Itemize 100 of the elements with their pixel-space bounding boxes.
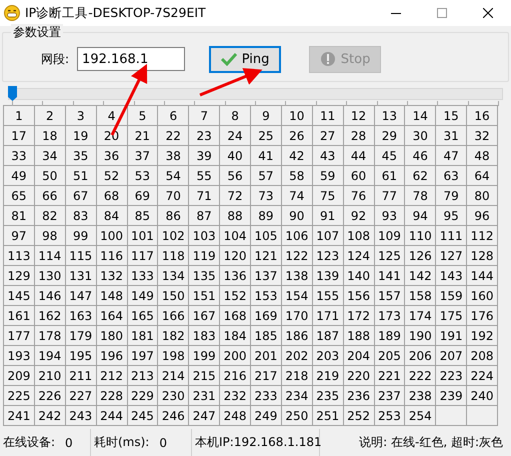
ip-cell: 249: [251, 406, 282, 426]
ip-cell: 49: [4, 166, 35, 186]
ip-cell: 91: [312, 206, 344, 226]
status-label: 本机IP:192.168.1.181: [195, 434, 322, 451]
ip-cell: 39: [189, 146, 220, 166]
ip-cell: 202: [282, 346, 313, 366]
ip-cell: 31: [436, 126, 468, 146]
ip-cell: 123: [312, 246, 344, 266]
ip-cell: 54: [158, 166, 190, 186]
ip-cell: 201: [251, 346, 282, 366]
ip-cell: 167: [189, 306, 220, 326]
ip-cell: 58: [282, 166, 313, 186]
ip-cell: 25: [251, 126, 282, 146]
maximize-button[interactable]: [437, 8, 447, 18]
ip-cell: 17: [4, 126, 35, 146]
ip-cell: 134: [158, 266, 190, 286]
ip-cell: 243: [66, 406, 97, 426]
ip-cell: 247: [189, 406, 220, 426]
ip-cell: 145: [4, 286, 35, 306]
ip-cell: 130: [34, 266, 66, 286]
ip-cell: 197: [128, 346, 158, 366]
ip-cell: 195: [66, 346, 97, 366]
close-button[interactable]: [483, 8, 493, 18]
ip-cell: 131: [66, 266, 97, 286]
ip-cell: 56: [220, 166, 251, 186]
ip-cell: 177: [4, 326, 35, 346]
ip-cell: 57: [251, 166, 282, 186]
status-label: 耗时(ms):: [94, 434, 150, 451]
ip-cell: 233: [251, 386, 282, 406]
ip-cell: 44: [344, 146, 374, 166]
ip-cell: 179: [66, 326, 97, 346]
ip-cell: 219: [312, 366, 344, 386]
ip-cell: 105: [251, 226, 282, 246]
ip-cell: 23: [189, 126, 220, 146]
ip-cell: 73: [251, 186, 282, 206]
ip-cell: 254: [405, 406, 436, 426]
ip-cell: 76: [344, 186, 374, 206]
ping-button[interactable]: Ping: [209, 46, 282, 72]
ip-cell: 239: [436, 386, 468, 406]
exclamation-icon: [320, 51, 336, 67]
ip-cell: 194: [34, 346, 66, 366]
ip-cell: 156: [344, 286, 374, 306]
ip-cell: 41: [251, 146, 282, 166]
ip-cell: 92: [344, 206, 374, 226]
ip-cell: 173: [374, 306, 406, 326]
ip-cell: 149: [128, 286, 158, 306]
ip-cell: 153: [251, 286, 282, 306]
ip-cell: 144: [467, 266, 498, 286]
ip-cell: 63: [436, 166, 468, 186]
ip-cell: 15: [436, 106, 468, 126]
ip-cell: 88: [220, 206, 251, 226]
segment-input[interactable]: 192.168.1: [77, 47, 186, 71]
ip-cell: 200: [220, 346, 251, 366]
ip-cell: 121: [251, 246, 282, 266]
ip-cell: 107: [312, 226, 344, 246]
ip-cell: 235: [312, 386, 344, 406]
ip-cell: 232: [220, 386, 251, 406]
ip-cell: 43: [312, 146, 344, 166]
ip-cell: 40: [220, 146, 251, 166]
ip-cell: 7: [189, 106, 220, 126]
ip-cell: 100: [96, 226, 128, 246]
slider-thumb[interactable]: [8, 86, 17, 101]
ip-cell: 244: [96, 406, 128, 426]
ip-cell: 96: [467, 206, 498, 226]
ip-cell: 109: [374, 226, 406, 246]
ip-cell: 115: [66, 246, 97, 266]
ip-cell: 75: [312, 186, 344, 206]
check-icon: [220, 52, 237, 66]
ip-cell: 184: [220, 326, 251, 346]
status-label: 在线设备:: [3, 434, 56, 451]
ip-cell: 199: [189, 346, 220, 366]
ip-cell: 99: [66, 226, 97, 246]
ip-cell: 126: [405, 246, 436, 266]
ip-cell: 181: [128, 326, 158, 346]
ip-cell: 10: [282, 106, 313, 126]
ip-cell: 38: [158, 146, 190, 166]
ip-cell: 11: [312, 106, 344, 126]
status-value: 0: [159, 436, 167, 450]
ip-cell: 27: [312, 126, 344, 146]
ip-cell: 182: [158, 326, 190, 346]
ip-cell: 135: [189, 266, 220, 286]
ip-cell: 37: [128, 146, 158, 166]
ip-cell: 77: [374, 186, 406, 206]
ip-cell: 251: [312, 406, 344, 426]
ip-cell: 55: [189, 166, 220, 186]
ip-cell: 13: [374, 106, 406, 126]
ip-cell: 114: [34, 246, 66, 266]
ip-cell: 139: [312, 266, 344, 286]
ip-cell: 116: [96, 246, 128, 266]
ip-cell: 241: [4, 406, 35, 426]
ip-cell: 150: [158, 286, 190, 306]
ip-cell: 110: [405, 226, 436, 246]
ip-cell: 14: [405, 106, 436, 126]
ip-cell: 187: [312, 326, 344, 346]
ip-cell: 183: [189, 326, 220, 346]
ip-cell: 128: [467, 246, 498, 266]
group-title: 参数设置: [11, 24, 63, 41]
ip-cell: 154: [282, 286, 313, 306]
ip-cell: 62: [405, 166, 436, 186]
ip-cell: 138: [282, 266, 313, 286]
